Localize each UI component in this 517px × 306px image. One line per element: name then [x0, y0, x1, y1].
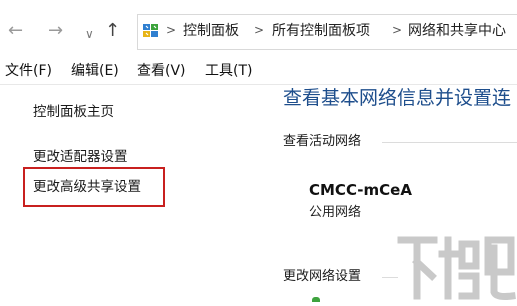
breadcrumb-separator[interactable]: > [254, 23, 264, 37]
breadcrumb-separator[interactable]: > [392, 23, 402, 37]
menu-bar: 文件(F) 编辑(E) 查看(V) 工具(T) [0, 58, 517, 84]
download-site-logo [396, 232, 517, 302]
breadcrumb-separator[interactable]: > [166, 23, 176, 37]
network-type-link[interactable]: 公用网络 [309, 204, 361, 222]
menu-file[interactable]: 文件(F) [5, 62, 52, 80]
back-arrow-icon[interactable]: ← [8, 21, 23, 41]
menu-divider [0, 84, 517, 85]
active-networks-heading: 查看活动网络 [283, 134, 362, 149]
up-arrow-icon[interactable]: ↑ [105, 21, 120, 41]
breadcrumb-network-sharing[interactable]: 网络和共享中心 [408, 22, 506, 40]
menu-tools[interactable]: 工具(T) [205, 62, 252, 80]
network-name: CMCC-mCeA [309, 181, 412, 199]
section-divider [382, 142, 517, 143]
breadcrumb-all-items[interactable]: 所有控制面板项 [272, 22, 370, 40]
address-bar[interactable]: > 控制面板 > 所有控制面板项 > 网络和共享中心 [137, 14, 517, 50]
network-setup-icon[interactable] [312, 297, 320, 302]
navigation-bar: ← → ∨ ↑ > 控制面板 > 所有控制面板项 > 网络和共享中心 [0, 0, 517, 54]
control-panel-home-link[interactable]: 控制面板主页 [33, 103, 114, 121]
menu-view[interactable]: 查看(V) [137, 62, 186, 80]
forward-arrow-icon[interactable]: → [48, 21, 63, 41]
chevron-down-icon[interactable]: ∨ [85, 24, 94, 44]
page-title: 查看基本网络信息并设置连 [283, 87, 512, 109]
menu-edit[interactable]: 编辑(E) [71, 62, 119, 80]
change-adapter-settings-link[interactable]: 更改适配器设置 [33, 148, 128, 166]
control-panel-icon [142, 22, 160, 40]
highlight-annotation-box [23, 167, 165, 207]
change-settings-heading: 更改网络设置 [283, 269, 362, 284]
breadcrumb-control-panel[interactable]: 控制面板 [183, 22, 239, 40]
